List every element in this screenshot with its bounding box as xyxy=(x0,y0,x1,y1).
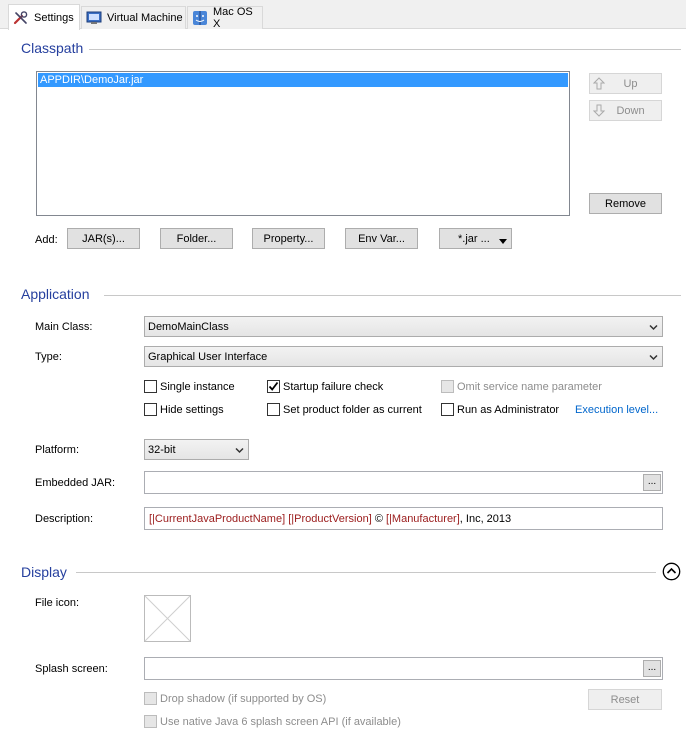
tab-virtual-machine[interactable]: Virtual Machine xyxy=(81,6,186,29)
type-label: Type: xyxy=(35,351,62,363)
wrench-screwdriver-icon xyxy=(13,10,29,26)
up-button-label: Up xyxy=(623,77,638,90)
reset-button[interactable]: Reset xyxy=(588,689,662,710)
startup-failure-check-checkbox[interactable]: Startup failure check xyxy=(267,380,383,393)
set-product-folder-checkbox[interactable]: Set product folder as current xyxy=(267,403,422,416)
platform-select[interactable]: 32-bit xyxy=(144,439,249,460)
chevron-down-icon xyxy=(649,323,658,332)
drop-shadow-label: Drop shadow (if supported by OS) xyxy=(160,692,327,705)
up-button[interactable]: Up xyxy=(589,73,662,94)
omit-service-name-checkbox[interactable]: Omit service name parameter xyxy=(441,380,602,393)
embedded-jar-browse-button[interactable]: ... xyxy=(643,474,661,491)
file-icon-placeholder[interactable] xyxy=(144,595,191,642)
description-var-product-version: [|ProductVersion] xyxy=(288,512,372,525)
description-var-manufacturer: [|Manufacturer] xyxy=(386,512,460,525)
checkbox-box[interactable] xyxy=(144,380,157,393)
platform-value: 32-bit xyxy=(148,443,176,456)
run-as-admin-checkbox[interactable]: Run as Administrator xyxy=(441,403,559,416)
run-as-admin-label: Run as Administrator xyxy=(457,403,560,416)
type-value: Graphical User Interface xyxy=(148,350,268,363)
tab-settings-label: Settings xyxy=(34,11,74,24)
remove-button[interactable]: Remove xyxy=(589,193,662,214)
application-divider xyxy=(104,295,681,296)
hide-settings-label: Hide settings xyxy=(160,403,224,416)
add-property-button[interactable]: Property... xyxy=(252,228,325,249)
arrow-up-icon xyxy=(592,77,606,93)
display-divider xyxy=(76,572,656,573)
tab-virtual-machine-label: Virtual Machine xyxy=(107,12,183,24)
empty-image-icon xyxy=(144,595,191,642)
tab-bar: Settings Virtual Machine Mac OS X xyxy=(0,0,686,30)
application-section-title: Application xyxy=(21,286,90,302)
add-jar-wildcard-label: *.jar ... xyxy=(458,232,490,245)
add-label: Add: xyxy=(35,234,58,246)
classpath-list[interactable]: APPDIR\DemoJar.jar xyxy=(36,71,570,216)
description-value: [|CurrentJavaProductName] [|ProductVersi… xyxy=(149,513,511,525)
down-button[interactable]: Down xyxy=(589,100,662,121)
mac-os-icon xyxy=(192,10,208,26)
dropdown-arrow-icon xyxy=(499,236,507,248)
tab-mac-os-x[interactable]: Mac OS X xyxy=(187,6,263,30)
classpath-divider xyxy=(89,49,681,50)
chevron-down-icon xyxy=(235,446,244,455)
type-select[interactable]: Graphical User Interface xyxy=(144,346,663,367)
splash-screen-label: Splash screen: xyxy=(35,663,108,675)
classpath-section-title: Classpath xyxy=(21,40,84,56)
embedded-jar-label: Embedded JAR: xyxy=(35,477,116,489)
checkbox-box-checked[interactable] xyxy=(267,380,280,393)
checkbox-box[interactable] xyxy=(144,715,157,728)
add-env-var-button[interactable]: Env Var... xyxy=(345,228,418,249)
main-class-select[interactable]: DemoMainClass xyxy=(144,316,663,337)
description-copyright: © xyxy=(371,512,386,525)
single-instance-label: Single instance xyxy=(160,380,235,393)
virtual-machine-icon xyxy=(86,10,102,26)
file-icon-label: File icon: xyxy=(35,597,80,609)
checkbox-box[interactable] xyxy=(144,692,157,705)
tab-mac-os-x-label: Mac OS X xyxy=(213,6,253,30)
platform-label: Platform: xyxy=(35,444,80,456)
checkbox-box[interactable] xyxy=(441,403,454,416)
chevron-down-icon xyxy=(649,353,658,362)
description-var-product-name: [|CurrentJavaProductName] xyxy=(149,512,286,525)
down-button-label: Down xyxy=(616,104,645,117)
hide-settings-checkbox[interactable]: Hide settings xyxy=(144,403,224,416)
startup-failure-check-label: Startup failure check xyxy=(283,380,384,393)
splash-screen-input[interactable] xyxy=(144,657,663,680)
arrow-down-icon xyxy=(592,104,606,120)
display-section-title: Display xyxy=(21,564,67,580)
main-class-label: Main Class: xyxy=(35,321,93,333)
description-suffix: , Inc, 2013 xyxy=(459,512,512,525)
splash-screen-browse-button[interactable]: ... xyxy=(643,660,661,677)
add-folder-button[interactable]: Folder... xyxy=(160,228,233,249)
checkbox-box[interactable] xyxy=(441,380,454,393)
checkmark-icon xyxy=(268,381,279,391)
checkbox-box[interactable] xyxy=(144,403,157,416)
native-splash-label: Use native Java 6 splash screen API (if … xyxy=(160,715,401,728)
tab-settings[interactable]: Settings xyxy=(8,4,80,30)
collapse-section-button[interactable] xyxy=(662,562,681,581)
execution-level-link[interactable]: Execution level... xyxy=(575,404,658,416)
classpath-list-item[interactable]: APPDIR\DemoJar.jar xyxy=(38,73,568,87)
checkbox-box[interactable] xyxy=(267,403,280,416)
drop-shadow-checkbox[interactable]: Drop shadow (if supported by OS) xyxy=(144,692,326,705)
omit-service-name-label: Omit service name parameter xyxy=(457,380,602,393)
native-splash-checkbox[interactable]: Use native Java 6 splash screen API (if … xyxy=(144,715,401,728)
add-jars-button[interactable]: JAR(s)... xyxy=(67,228,140,249)
embedded-jar-input[interactable] xyxy=(144,471,663,494)
set-product-folder-label: Set product folder as current xyxy=(283,403,422,416)
collapse-chevron-icon xyxy=(662,562,681,581)
description-label: Description: xyxy=(35,513,94,525)
main-class-value: DemoMainClass xyxy=(148,320,229,333)
description-input[interactable]: [|CurrentJavaProductName] [|ProductVersi… xyxy=(144,507,663,530)
single-instance-checkbox[interactable]: Single instance xyxy=(144,380,235,393)
add-jar-wildcard-dropdown[interactable]: *.jar ... xyxy=(439,228,512,249)
